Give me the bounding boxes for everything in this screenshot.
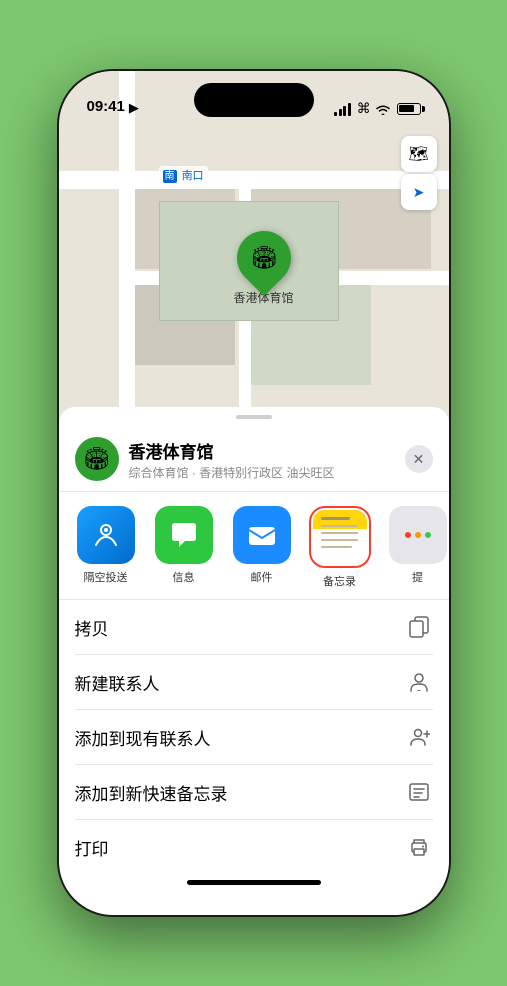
wifi-icon: ⌘	[357, 100, 391, 117]
location-icon: ➤	[413, 184, 425, 201]
sheet-handle	[236, 415, 272, 419]
quick-note-icon	[405, 778, 433, 806]
print-label: 打印	[75, 835, 109, 860]
phone-screen: 09:41 ▶ ⌘	[59, 71, 449, 915]
battery-icon	[397, 103, 421, 115]
messages-label: 信息	[173, 569, 195, 585]
venue-name: 香港体育馆	[129, 438, 405, 463]
print-icon	[405, 833, 433, 861]
phone-frame: 09:41 ▶ ⌘	[59, 71, 449, 915]
venue-icon: 🏟	[75, 437, 119, 481]
status-icons: ⌘	[334, 100, 420, 117]
add-existing-label: 添加到现有联系人	[75, 725, 211, 750]
action-list: 拷贝 新建联系人	[59, 600, 449, 874]
dynamic-island	[194, 83, 314, 117]
bottom-sheet: 🏟 香港体育馆 综合体育馆 · 香港特别行政区 油尖旺区 ✕	[59, 407, 449, 915]
share-row: 隔空投送 信息	[59, 492, 449, 600]
notes-label: 备忘录	[323, 573, 356, 589]
venue-info: 香港体育馆 综合体育馆 · 香港特别行政区 油尖旺区	[129, 438, 405, 481]
quick-note-label: 添加到新快速备忘录	[75, 780, 228, 805]
action-new-contact[interactable]: 新建联系人	[75, 655, 433, 710]
person-icon	[405, 668, 433, 696]
new-contact-label: 新建联系人	[75, 670, 160, 695]
action-print[interactable]: 打印	[75, 820, 433, 874]
map-controls: 🗺 ➤	[401, 136, 437, 210]
action-add-existing[interactable]: 添加到现有联系人	[75, 710, 433, 765]
action-copy[interactable]: 拷贝	[75, 600, 433, 655]
venue-desc: 综合体育馆 · 香港特别行政区 油尖旺区	[129, 464, 405, 481]
map-south-label: 南 南口	[159, 166, 208, 184]
copy-label: 拷贝	[75, 615, 109, 640]
airdrop-label: 隔空投送	[84, 569, 128, 585]
share-notes[interactable]: 备忘录	[305, 506, 375, 589]
close-button[interactable]: ✕	[405, 445, 433, 473]
more-label: 提	[412, 569, 423, 585]
signal-icon	[334, 102, 351, 116]
messages-icon	[155, 506, 213, 564]
copy-icon	[405, 613, 433, 641]
location-arrow-icon: ▶	[129, 100, 139, 116]
pin-icon: 🏟	[250, 245, 278, 271]
share-mail[interactable]: 邮件	[227, 506, 297, 589]
location-button[interactable]: ➤	[401, 174, 437, 210]
mail-icon	[233, 506, 291, 564]
share-messages[interactable]: 信息	[149, 506, 219, 589]
action-quick-note[interactable]: 添加到新快速备忘录	[75, 765, 433, 820]
notes-icon	[313, 510, 367, 564]
airdrop-icon	[77, 506, 135, 564]
more-icon	[389, 506, 447, 564]
share-more[interactable]: 提	[383, 506, 449, 589]
notes-icon-wrapper	[309, 506, 371, 568]
map-type-button[interactable]: 🗺	[401, 136, 437, 172]
location-pin: 🏟 香港体育馆	[234, 231, 294, 306]
status-time: 09:41	[87, 98, 125, 117]
map-type-icon: 🗺	[408, 144, 428, 164]
add-person-icon	[405, 723, 433, 751]
share-airdrop[interactable]: 隔空投送	[71, 506, 141, 589]
home-indicator	[187, 880, 321, 885]
mail-label: 邮件	[251, 569, 273, 585]
venue-header: 🏟 香港体育馆 综合体育馆 · 香港特别行政区 油尖旺区 ✕	[59, 423, 449, 492]
